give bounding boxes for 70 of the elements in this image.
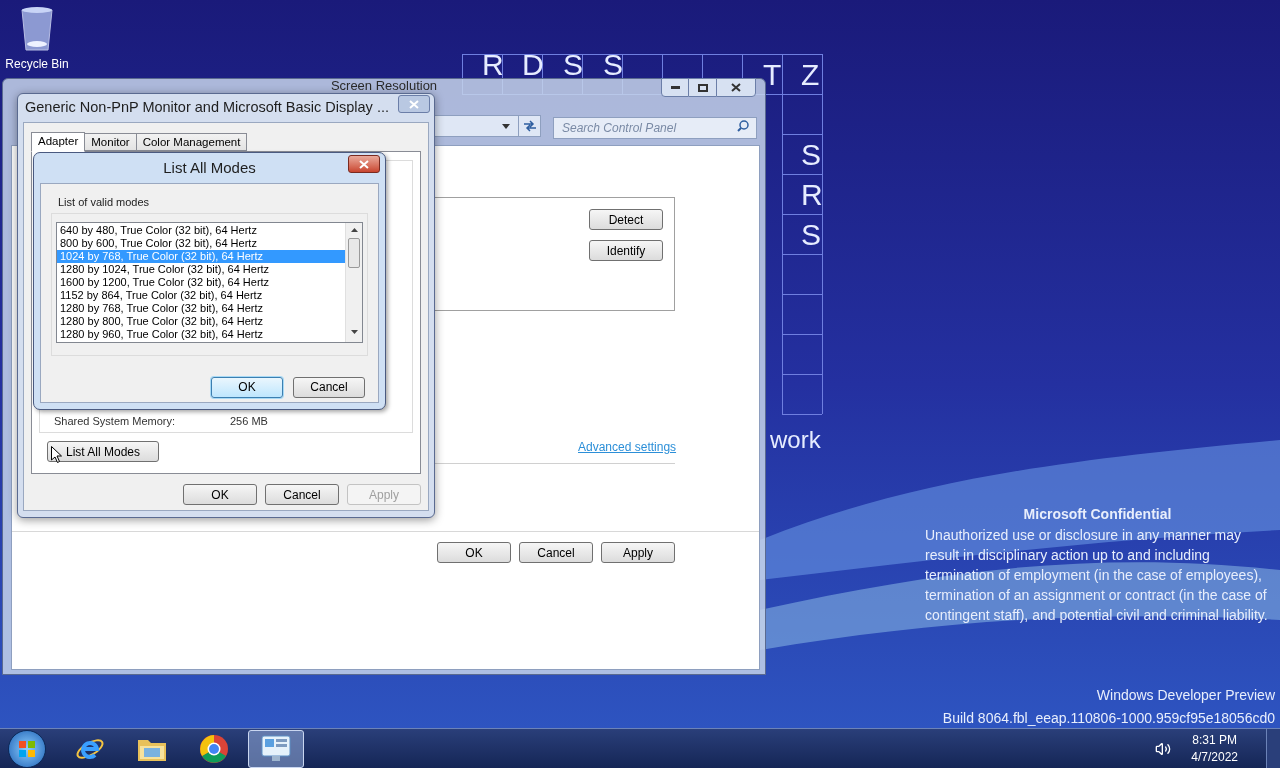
- tab[interactable]: Monitor: [84, 133, 137, 151]
- group-label: List of valid modes: [58, 195, 151, 210]
- list-item[interactable]: 640 by 480, True Color (32 bit), 64 Hertz: [57, 223, 345, 237]
- dialog-button[interactable]: Identify: [589, 240, 663, 261]
- trash-bin-icon[interactable]: [19, 6, 55, 52]
- flag-logo-icon: [18, 739, 36, 758]
- search-field[interactable]: Search Control Panel: [553, 117, 757, 139]
- minimize-button[interactable]: [661, 78, 689, 97]
- clock-time[interactable]: 8:31 PM: [1192, 731, 1237, 749]
- advanced-settings-link[interactable]: Advanced settings: [578, 438, 677, 456]
- taskbar-button[interactable]: [248, 729, 304, 768]
- field-label: Shared System Memory:: [54, 413, 177, 429]
- clock-date[interactable]: 4/7/2022: [1191, 748, 1238, 766]
- wallpaper-letter: S: [801, 220, 821, 250]
- dialog-button[interactable]: Cancel: [265, 484, 339, 505]
- scroll-up-icon: [350, 227, 358, 232]
- wallpaper-letter: S: [603, 50, 623, 80]
- list-item[interactable]: 800 by 600, True Color (32 bit), 64 Hertz: [57, 236, 345, 250]
- dialog-title: List All Modes: [163, 157, 256, 178]
- monitor-window-icon: [260, 733, 292, 764]
- wallpaper-letter: D: [522, 50, 544, 80]
- close-icon: [409, 99, 419, 109]
- dialog-button[interactable]: OK: [183, 484, 257, 505]
- scrollbar[interactable]: [345, 222, 362, 342]
- notice-text: Unauthorized use or disclosure in any manner may result in disciplinary action up to and including termination of employment (in the case of employees), termination of an assignment or contract (in the case of contingent staff), and potential civil and criminal liability.: [925, 526, 1269, 625]
- close-button[interactable]: [348, 155, 380, 173]
- show-desktop-button[interactable]: [1266, 728, 1280, 768]
- list-all-modes-button[interactable]: List All Modes: [47, 441, 159, 462]
- desktop-icon-label[interactable]: Recycle Bin: [5, 55, 69, 73]
- list-item[interactable]: 1280 by 960, True Color (32 bit), 64 Hertz: [57, 327, 345, 341]
- tab[interactable]: Adapter: [31, 132, 86, 152]
- list-item[interactable]: 1280 by 768, True Color (32 bit), 64 Hertz: [57, 301, 345, 315]
- caret-icon: [502, 123, 510, 129]
- refresh-arrows-icon: [522, 120, 537, 132]
- wallpaper-letter: R: [801, 180, 823, 210]
- dialog-button[interactable]: Apply: [601, 542, 675, 563]
- dialog-button[interactable]: Cancel: [519, 542, 593, 563]
- list-item[interactable]: 1600 by 1200, True Color (32 bit), 64 Hertz: [57, 275, 345, 289]
- wallpaper-letter: work: [770, 428, 821, 452]
- maximize-button[interactable]: [689, 78, 716, 97]
- scroll-down-icon: [350, 329, 358, 334]
- wallpaper-letter: Z: [801, 60, 820, 90]
- dialog-button[interactable]: Cancel: [293, 376, 365, 398]
- tab[interactable]: Color Management: [135, 133, 248, 151]
- modes-list-box[interactable]: [56, 221, 363, 343]
- dialog-button[interactable]: Detect: [589, 209, 663, 230]
- wallpaper-letter: S: [801, 140, 821, 170]
- wallpaper-letter: R: [482, 50, 504, 80]
- speaker-icon[interactable]: [1155, 740, 1172, 757]
- list-item[interactable]: 1280 by 800, True Color (32 bit), 64 Hertz: [57, 314, 345, 328]
- dialog-button[interactable]: OK: [437, 542, 511, 563]
- wallpaper-letter: S: [563, 50, 583, 80]
- scroll-thumb[interactable]: [348, 237, 360, 268]
- close-button[interactable]: [716, 78, 756, 97]
- window-title: Screen Resolution: [330, 79, 438, 93]
- wallpaper-letter: T: [763, 60, 782, 90]
- notice-title: Microsoft Confidential: [1023, 505, 1172, 524]
- circle-logo-icon: [199, 733, 229, 764]
- dialog-title: Generic Non-PnP Monitor and Microsoft Basic Display ...: [25, 98, 389, 118]
- list-item[interactable]: 1152 by 864, True Color (32 bit), 64 Hertz: [57, 288, 345, 302]
- list-item[interactable]: 1280 by 1024, True Color (32 bit), 64 Hertz: [57, 262, 345, 276]
- dialog-button[interactable]: OK: [211, 376, 283, 398]
- mouse-pointer-icon: [51, 446, 62, 463]
- field-value: 256 MB: [230, 413, 268, 429]
- close-icon: [731, 83, 741, 92]
- build-info-text: Windows Developer Preview: [1096, 686, 1275, 705]
- start-button[interactable]: [8, 729, 46, 768]
- close-icon: [359, 159, 369, 169]
- search-icon: [737, 120, 749, 132]
- build-info-text: Build 8064.fbl_eeap.110806-1000.959cf95e18056cd0: [942, 709, 1275, 728]
